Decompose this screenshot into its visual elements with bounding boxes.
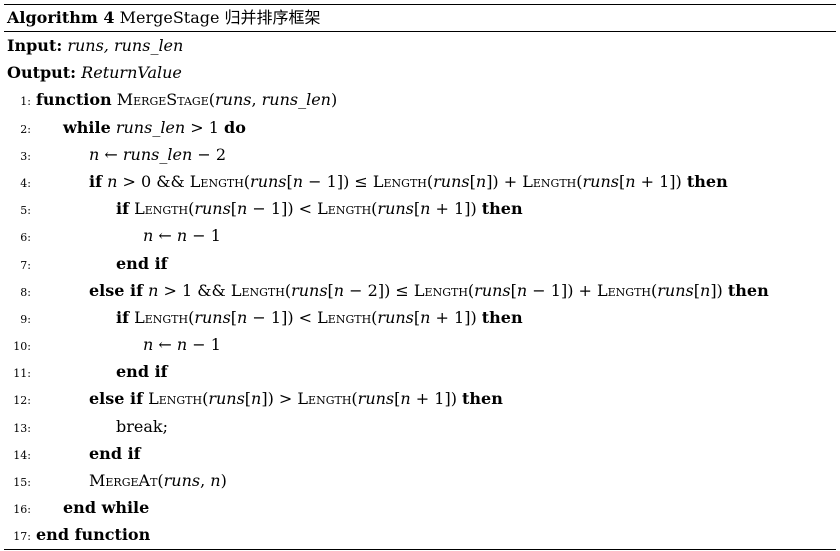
caption-label: Algorithm 4 xyxy=(7,8,115,27)
line-number: 3: xyxy=(20,149,31,163)
code-text: n ← n − 1 xyxy=(143,335,221,355)
code-line: 16: end while xyxy=(4,494,836,521)
line-number: 14: xyxy=(13,448,31,462)
code-text: else if n > 1 && Length(runs[n − 2]) ≤ L… xyxy=(89,280,769,300)
code-text: while runs_len > 1 do xyxy=(63,117,246,137)
output-label: Output: xyxy=(7,63,77,83)
line-number: 17: xyxy=(13,530,31,544)
input-value: runs, runs_len xyxy=(67,36,184,55)
code-line: 1: function MergeStage(runs, runs_len) xyxy=(4,86,836,113)
code-text: end if xyxy=(116,362,168,382)
line-number: 15: xyxy=(13,476,31,489)
code-line: 4: if n > 0 && Length(runs[n − 1]) ≤ Len… xyxy=(4,168,836,195)
code-line: 5: if Length(runs[n − 1]) < Length(runs[… xyxy=(4,195,836,222)
code-text: if Length(runs[n − 1]) < Length(runs[n +… xyxy=(116,307,523,327)
algorithm-block: Algorithm 4 MergeStage 归并排序框架 Input: run… xyxy=(4,4,836,550)
input-line: Input: runs, runs_len xyxy=(4,32,836,59)
output-line: Output: ReturnValue xyxy=(4,59,836,86)
code-text: if Length(runs[n − 1]) < Length(runs[n +… xyxy=(116,199,523,219)
code-line: 13: break; xyxy=(4,413,836,440)
line-number: 10: xyxy=(13,340,31,354)
code-text: n ← runs_len − 2 xyxy=(89,144,227,164)
code-line: 14: end if xyxy=(4,440,836,467)
code-text: end if xyxy=(116,253,168,273)
code-line: 12: else if Length(runs[n]) > Length(run… xyxy=(4,385,836,412)
code-text: if n > 0 && Length(runs[n − 1]) ≤ Length… xyxy=(89,171,728,191)
line-number: 16: xyxy=(13,503,31,517)
code-text: end if xyxy=(89,443,141,463)
code-text: function MergeStage(runs, runs_len) xyxy=(36,90,338,110)
code-line: 3: n ← runs_len − 2 xyxy=(4,141,836,168)
line-number: 12: xyxy=(13,394,31,408)
caption-title: MergeStage 归并排序框架 xyxy=(119,8,321,27)
output-value: ReturnValue xyxy=(81,63,182,83)
algorithm-caption: Algorithm 4 MergeStage 归并排序框架 xyxy=(4,5,836,31)
code-line: 15: MergeAt(runs, n) xyxy=(4,467,836,494)
line-number: 8: xyxy=(20,285,31,299)
line-number: 1: xyxy=(20,95,31,109)
line-number: 7: xyxy=(20,258,31,272)
code-line: 2: while runs_len > 1 do xyxy=(4,114,836,141)
code-text: end function xyxy=(36,525,151,545)
code-text: MergeAt(runs, n) xyxy=(89,471,227,490)
code-line: 9: if Length(runs[n − 1]) < Length(runs[… xyxy=(4,304,836,331)
line-number: 9: xyxy=(20,312,31,326)
line-number: 2: xyxy=(20,122,31,136)
code-line: 7: end if xyxy=(4,250,836,277)
line-number: 5: xyxy=(20,204,31,218)
code-line: 17: end function xyxy=(4,521,836,548)
code-line: 6: n ← n − 1 xyxy=(4,222,836,249)
code-text: end while xyxy=(63,498,150,518)
input-label: Input: xyxy=(7,36,63,55)
code-text: break; xyxy=(116,416,168,436)
line-number: 6: xyxy=(20,231,31,245)
code-line: 8: else if n > 1 && Length(runs[n − 2]) … xyxy=(4,277,836,304)
bottom-rule xyxy=(4,548,836,550)
code-line: 10: n ← n − 1 xyxy=(4,331,836,358)
line-number: 11: xyxy=(13,367,31,381)
line-number: 4: xyxy=(20,176,31,190)
code-line: 11: end if xyxy=(4,358,836,385)
code-text: n ← n − 1 xyxy=(143,226,221,246)
line-number: 13: xyxy=(13,421,31,435)
code-text: else if Length(runs[n]) > Length(runs[n … xyxy=(89,389,503,409)
